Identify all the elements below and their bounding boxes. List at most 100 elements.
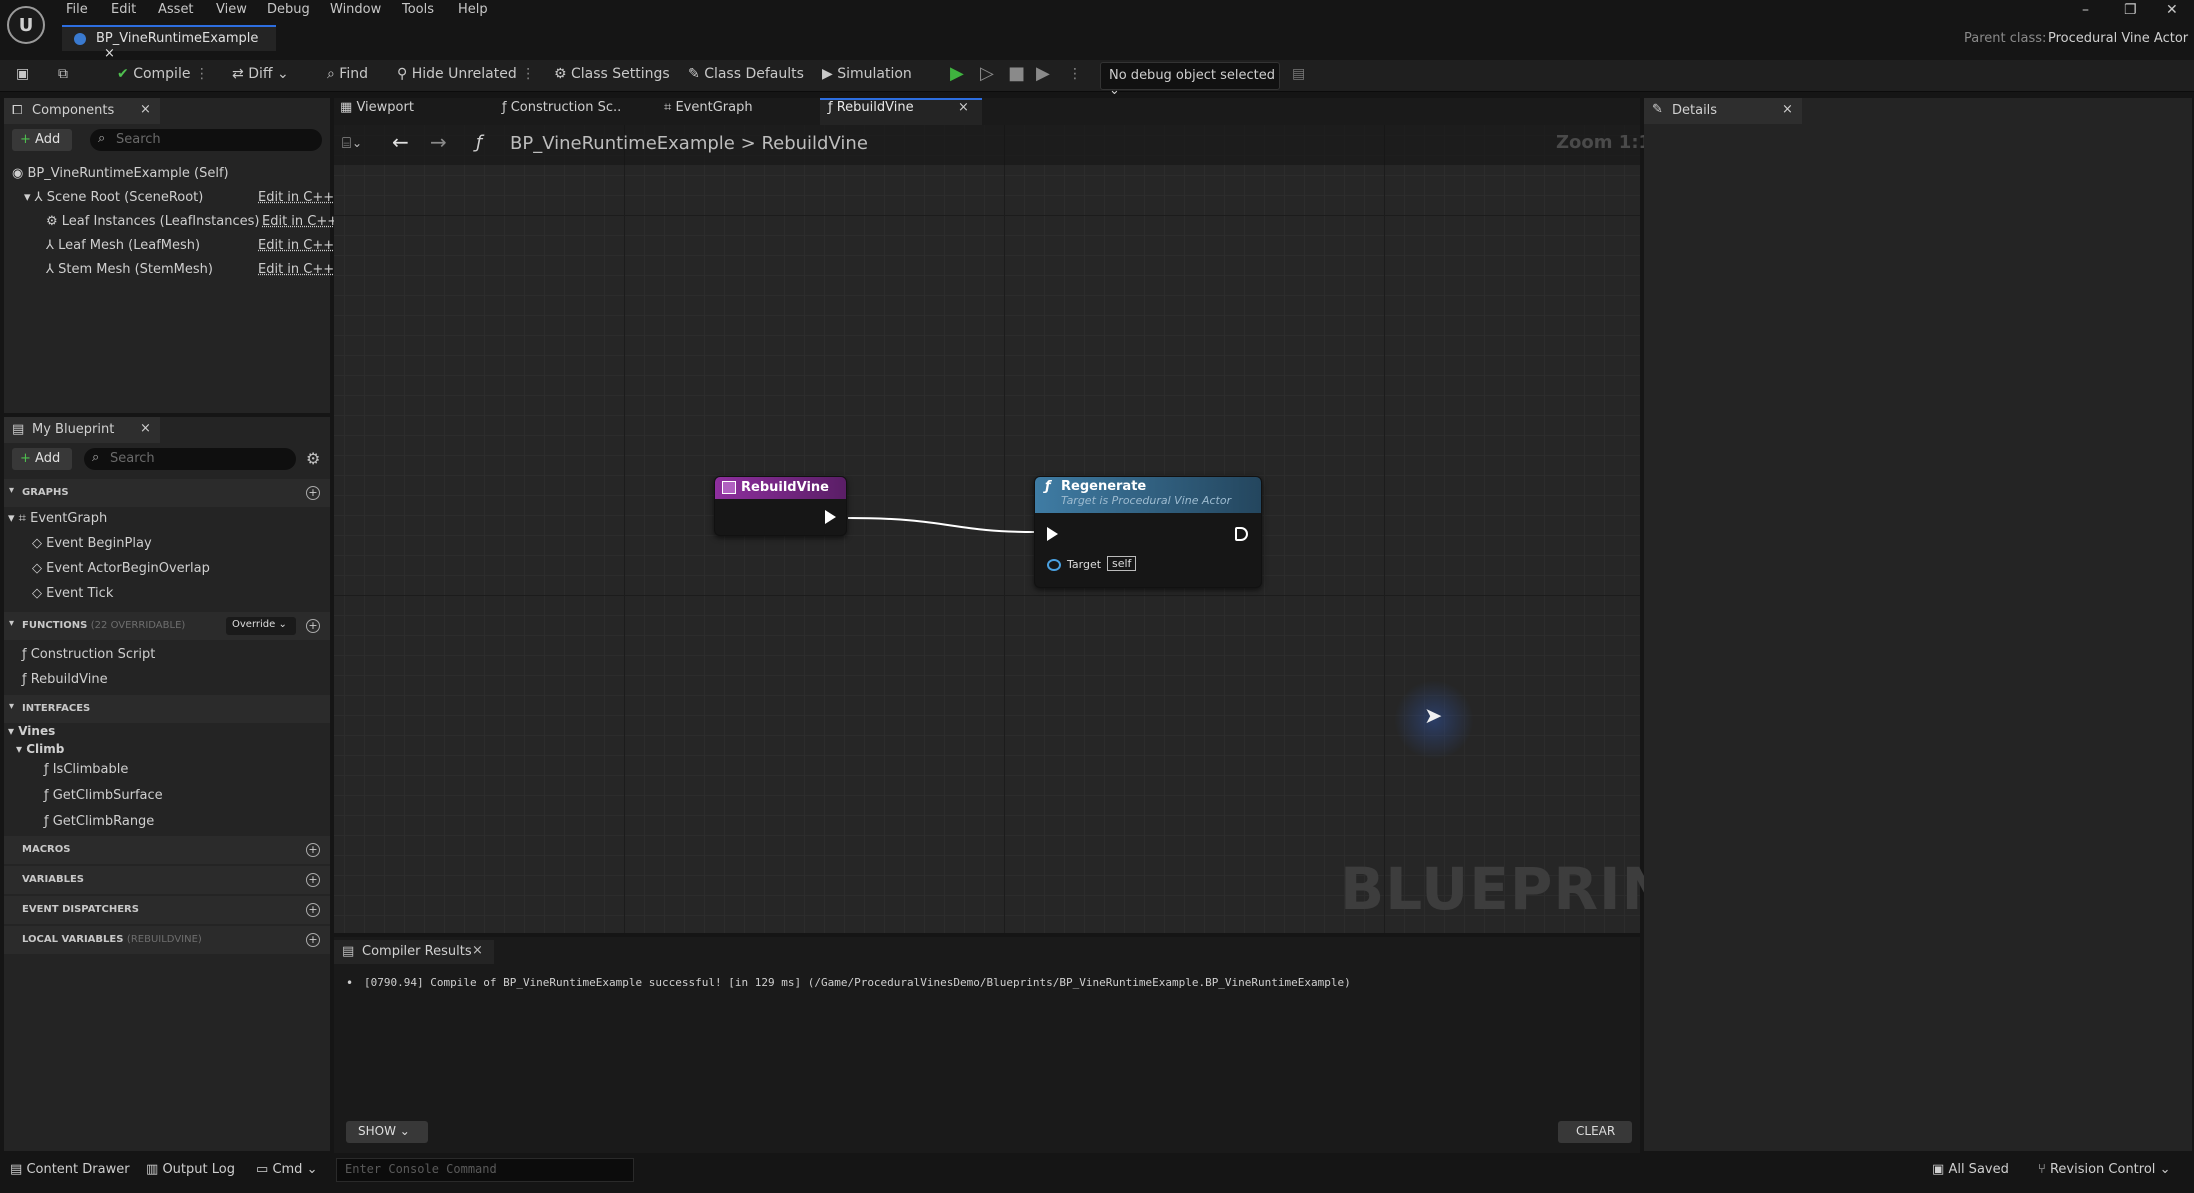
hide-unrelated-button[interactable]: ⚲ Hide Unrelated ⋮ [397,66,535,82]
components-tab[interactable]: ⧠ Components × [4,98,160,124]
add-component-button[interactable]: + Add [12,129,72,151]
menu-file[interactable]: File [66,2,88,17]
component-item[interactable]: ⚙ Leaf Instances (LeafInstances) [46,214,259,229]
exec-out-pin[interactable] [825,510,836,524]
exec-out-pin[interactable] [1235,527,1248,541]
graph-item-eventgraph[interactable]: ▾ ⌗ EventGraph [8,511,107,526]
exec-in-pin[interactable] [1047,527,1058,541]
close-icon[interactable]: × [140,421,151,436]
debug-object-select[interactable]: No debug object selected ⌄ [1100,62,1280,98]
compiler-message[interactable]: [0790.94] Compile of BP_VineRuntimeExamp… [364,976,1351,989]
bookmark-icon[interactable]: ⌸ [342,134,351,152]
back-arrow-icon[interactable]: ← [392,130,409,154]
breadcrumb-root[interactable]: BP_VineRuntimeExample [510,133,735,154]
menu-view[interactable]: View [216,2,247,17]
interface-function-item[interactable]: ƒ IsClimbable [44,762,128,777]
forward-arrow-icon[interactable]: → [430,130,447,154]
add-function-icon[interactable]: + [306,619,320,633]
close-icon[interactable]: × [140,102,151,117]
add-member-button[interactable]: + Add [12,448,72,470]
target-pin[interactable] [1047,559,1061,571]
local-variables-section[interactable]: LOCAL VARIABLES (REBUILDVINE) [4,926,330,954]
edit-cpp-link[interactable]: Edit in C++ [262,214,338,229]
override-dropdown[interactable]: Override ⌄ [226,617,296,635]
play-icon[interactable]: ▶ [950,63,964,84]
menu-edit[interactable]: Edit [111,2,136,17]
close-icon[interactable]: × [1782,102,1793,117]
function-entry-node[interactable]: RebuildVine [714,476,847,536]
more-icon[interactable]: ⋮ [521,66,535,82]
add-dispatcher-icon[interactable]: + [306,903,320,917]
step-icon[interactable]: ▶ [1036,63,1050,84]
clear-button[interactable]: CLEAR [1558,1121,1632,1143]
minimize-icon[interactable]: – [2082,2,2089,18]
details-tab[interactable]: ✎ Details × [1644,98,1802,124]
close-window-icon[interactable]: ✕ [2166,2,2178,18]
graph-canvas[interactable] [334,125,1640,933]
document-tab[interactable]: BP_VineRuntimeExample × [62,25,276,61]
tab-construction-script[interactable]: ƒ Construction Sc.. [502,100,621,126]
components-search-input[interactable]: ⌕ Search [90,129,322,151]
revision-control-button[interactable]: ⑂ Revision Control ⌄ [2038,1162,2170,1177]
tab-eventgraph[interactable]: ⌗ EventGraph [664,100,753,126]
stop-icon[interactable]: ■ [1008,63,1025,84]
function-item[interactable]: ƒ RebuildVine [22,672,108,687]
component-item[interactable]: ⅄ Leaf Mesh (LeafMesh) [46,238,200,253]
all-saved-button[interactable]: ▣ All Saved [1932,1162,2009,1177]
add-variable-icon[interactable]: + [306,873,320,887]
save-icon[interactable]: ▣ [16,66,29,82]
content-drawer-button[interactable]: ▤ Content Drawer [10,1162,130,1177]
breadcrumb-current[interactable]: RebuildVine [761,133,867,154]
chevron-down-icon[interactable]: ⌄ [352,136,362,150]
menu-debug[interactable]: Debug [267,2,310,17]
menu-window[interactable]: Window [330,2,381,17]
class-settings-button[interactable]: ⚙ Class Settings [554,66,670,82]
interface-function-item[interactable]: ƒ GetClimbSurface [44,788,163,803]
close-icon[interactable]: × [958,100,969,126]
menu-asset[interactable]: Asset [158,2,194,17]
compiler-results-tab[interactable]: ▤ Compiler Results × [334,940,494,964]
simulation-button[interactable]: ▶ Simulation [822,66,912,82]
component-self[interactable]: ◉ BP_VineRuntimeExample (Self) [12,166,229,181]
menu-help[interactable]: Help [458,2,488,17]
my-blueprint-tab[interactable]: ▤ My Blueprint × [4,417,160,443]
more-icon[interactable]: ⋮ [195,66,209,82]
browse-icon[interactable]: ⧉ [58,66,68,82]
menu-tools[interactable]: Tools [402,2,434,17]
tab-viewport[interactable]: ▦ Viewport [340,100,414,126]
event-item[interactable]: ◇ Event Tick [32,586,113,601]
component-item[interactable]: ⅄ Stem Mesh (StemMesh) [46,262,213,277]
pause-icon[interactable]: ▷ [980,63,994,84]
graphs-section[interactable]: ▾ GRAPHS [4,479,330,507]
event-item[interactable]: ◇ Event BeginPlay [32,536,152,551]
variables-section[interactable]: VARIABLES [4,866,330,894]
parent-class-value[interactable]: Procedural Vine Actor [2048,31,2188,46]
console-command-input[interactable]: Enter Console Command [336,1158,634,1182]
edit-cpp-link[interactable]: Edit in C++ [258,190,334,205]
macros-section[interactable]: MACROS [4,836,330,864]
function-item[interactable]: ƒ Construction Script [22,647,155,662]
event-item[interactable]: ◇ Event ActorBeginOverlap [32,561,210,576]
event-dispatchers-section[interactable]: EVENT DISPATCHERS [4,896,330,924]
add-graph-icon[interactable]: + [306,486,320,500]
show-button[interactable]: SHOW ⌄ [346,1121,428,1143]
restore-icon[interactable]: ❐ [2124,2,2137,18]
regenerate-node[interactable]: ƒ Regenerate Target is Procedural Vine A… [1034,476,1262,588]
edit-cpp-link[interactable]: Edit in C++ [258,238,334,253]
interface-function-item[interactable]: ƒ GetClimbRange [44,814,154,829]
compile-button[interactable]: ✔ Compile ⋮ [117,66,209,82]
more-icon[interactable]: ⋮ [1068,66,1082,82]
diff-button[interactable]: ⇄ Diff ⌄ [232,66,289,82]
output-log-button[interactable]: ▥ Output Log [146,1162,235,1177]
component-item[interactable]: ▾ ⅄ Scene Root (SceneRoot) [24,190,203,205]
gear-icon[interactable]: ⚙ [306,449,320,468]
cmd-dropdown[interactable]: ▭ Cmd ⌄ [256,1162,317,1177]
add-macro-icon[interactable]: + [306,843,320,857]
close-icon[interactable]: × [472,943,483,958]
close-icon[interactable]: × [104,46,115,61]
debug-find-icon[interactable]: ▤ [1292,66,1305,82]
class-defaults-button[interactable]: ✎ Class Defaults [688,66,804,82]
interface-subcategory[interactable]: ▾ Climb [16,742,64,756]
target-value[interactable]: self [1107,556,1137,571]
interfaces-section[interactable]: ▾ INTERFACES [4,695,330,723]
